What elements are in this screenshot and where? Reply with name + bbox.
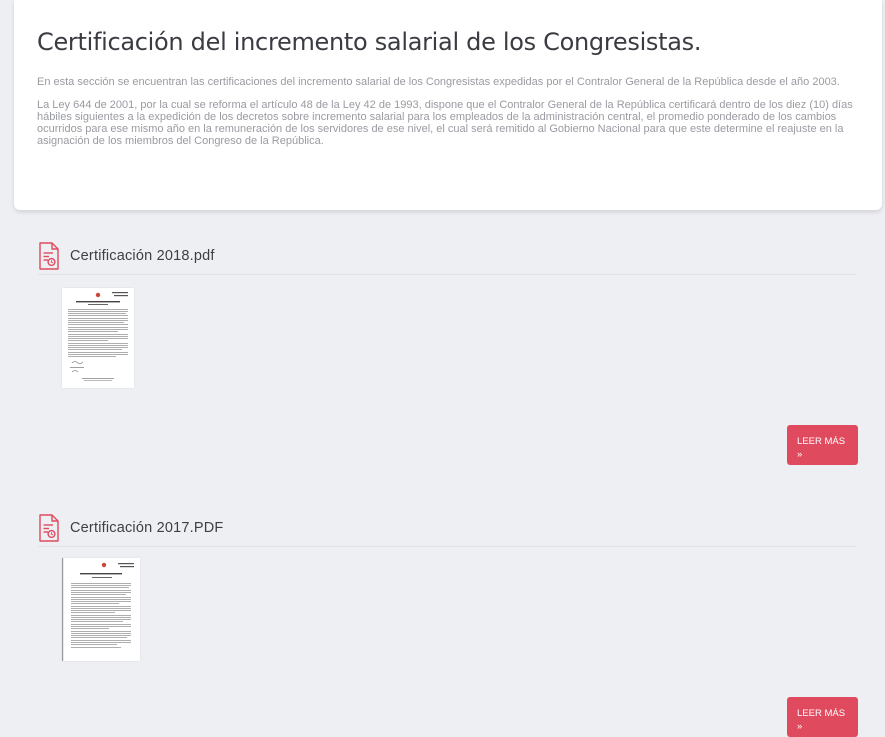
read-more-arrow: » [797,721,803,732]
document-header: Certificación 2017.PDF [38,514,856,547]
read-more-label: LEER MÁS [797,708,846,719]
document-link[interactable]: Certificación 2017.PDF [70,520,224,536]
intro-paragraph: En esta sección se encuentran las certif… [37,76,840,88]
page-title: Certificación del incremento salarial de… [37,28,702,56]
intro-card: Certificación del incremento salarial de… [14,0,882,210]
intro-paragraph: La Ley 644 de 2001, por la cual se refor… [37,99,853,147]
read-more-button[interactable]: LEER MÁS » [787,697,858,737]
pdf-file-icon [39,242,59,270]
read-more-arrow: » [797,449,803,460]
document-link[interactable]: Certificación 2018.pdf [70,248,215,264]
read-more-label: LEER MÁS [797,436,846,447]
document-header: Certificación 2018.pdf [38,242,856,275]
read-more-button[interactable]: LEER MÁS » [787,425,858,465]
document-thumbnail[interactable] [62,288,134,388]
document-thumbnail[interactable] [62,558,140,661]
pdf-file-icon [39,514,59,542]
